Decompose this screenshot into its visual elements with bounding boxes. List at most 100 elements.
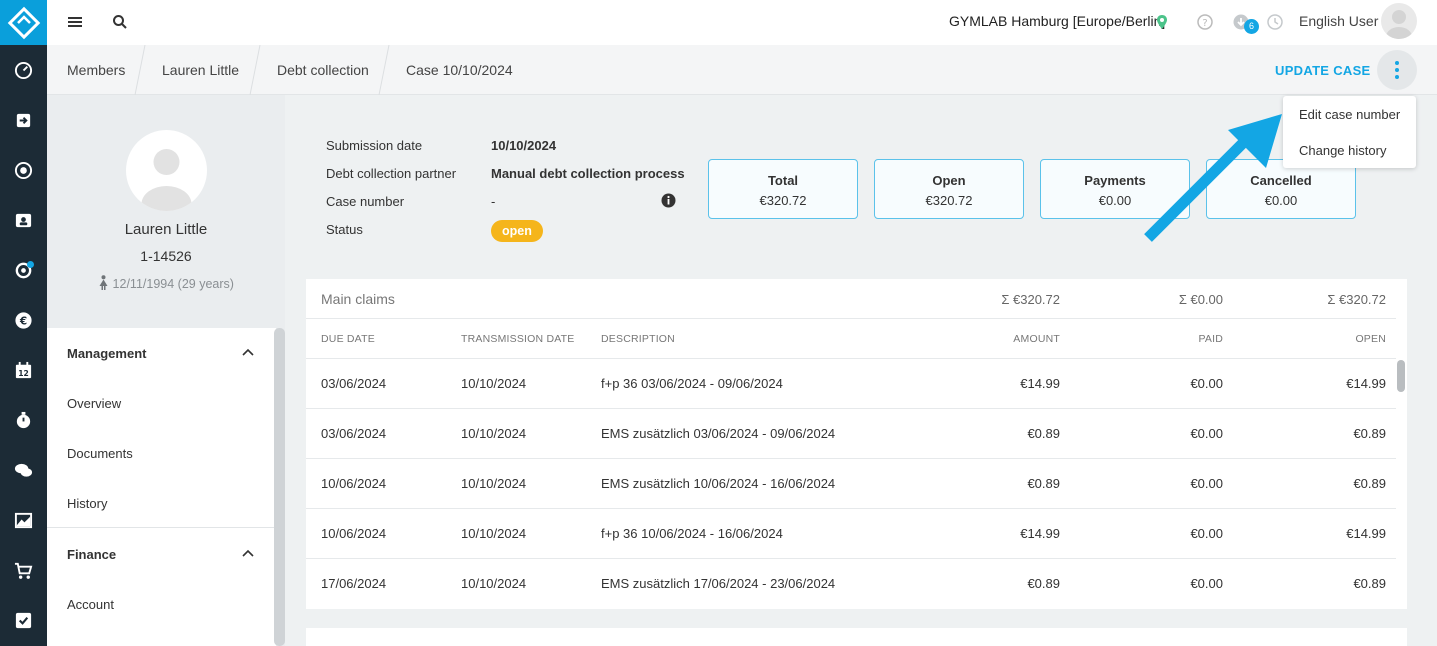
cell-paid: €0.00 (1190, 376, 1223, 391)
logo-icon (7, 6, 40, 39)
sum-open: Σ €320.72 (1327, 292, 1386, 307)
studio-selector[interactable]: GYMLAB Hamburg [Europe/Berlin] (949, 13, 1165, 29)
calendar-icon[interactable]: 12 (0, 355, 47, 385)
menu-item-history[interactable]: History (67, 496, 107, 511)
cell-due-date: 03/06/2024 (321, 376, 387, 391)
chevron-up-icon[interactable] (241, 547, 255, 561)
settings-icon[interactable] (0, 255, 47, 285)
menu-item-change-history[interactable]: Change history (1299, 143, 1386, 158)
breadcrumb-debt-collection[interactable]: Debt collection (277, 62, 369, 78)
sum-paid: Σ €0.00 (1178, 292, 1223, 307)
update-case-button[interactable]: UPDATE CASE (1275, 63, 1371, 78)
label-status: Status (326, 222, 363, 237)
checkin-icon[interactable] (0, 105, 47, 135)
member-menu: Management Overview Documents History Fi… (47, 328, 276, 646)
chevron-up-icon[interactable] (241, 346, 255, 360)
menu-scrollbar[interactable] (274, 328, 285, 646)
breadcrumb: Members Lauren Little Debt collection Ca… (47, 45, 1437, 95)
breadcrumb-separator (134, 45, 146, 95)
menu-item-documents[interactable]: Documents (67, 446, 133, 461)
shop-icon[interactable] (0, 555, 47, 585)
user-avatar[interactable] (1381, 3, 1417, 39)
menu-section-finance[interactable]: Finance (67, 547, 116, 562)
cell-open: €14.99 (1346, 376, 1386, 391)
member-avatar (126, 130, 207, 211)
member-id: 1-14526 (140, 248, 192, 264)
member-name: Lauren Little (124, 221, 208, 238)
cell-description: EMS zusätzlich 10/06/2024 - 16/06/2024 (601, 476, 836, 491)
info-icon[interactable] (661, 193, 676, 208)
cell-due-date: 17/06/2024 (321, 576, 387, 591)
avatar-icon (141, 149, 192, 211)
dashboard-icon[interactable] (0, 55, 47, 85)
top-bar: GYMLAB Hamburg [Europe/Berlin] ? 6 Engli… (47, 0, 1437, 45)
avatar-icon (1386, 10, 1412, 39)
finance-icon[interactable]: € (0, 305, 47, 335)
col-due-date[interactable]: DUE DATE (321, 333, 375, 345)
cell-amount: €0.89 (1027, 576, 1060, 591)
target-icon[interactable] (0, 155, 47, 185)
menu-item-overview[interactable]: Overview (67, 396, 121, 411)
kebab-icon (1395, 61, 1399, 79)
col-description[interactable]: DESCRIPTION (601, 333, 675, 345)
cell-open: €0.89 (1353, 576, 1386, 591)
timer-icon[interactable] (0, 405, 47, 435)
menu-item-account[interactable]: Account (67, 597, 114, 612)
tasks-icon[interactable] (0, 605, 47, 635)
breadcrumb-separator (378, 45, 390, 95)
cell-description: EMS zusätzlich 17/06/2024 - 23/06/2024 (601, 576, 836, 591)
cell-transmission-date: 10/10/2024 (461, 376, 527, 391)
cell-transmission-date: 10/10/2024 (461, 526, 527, 541)
cell-open: €0.89 (1353, 476, 1386, 491)
label-partner: Debt collection partner (326, 166, 457, 181)
label-submission-date: Submission date (326, 138, 423, 153)
label-case-number: Case number (326, 194, 405, 209)
breadcrumb-case: Case 10/10/2024 (406, 62, 513, 78)
location-pin-icon (1151, 11, 1173, 33)
col-paid[interactable]: PAID (1198, 333, 1223, 345)
more-options-button[interactable] (1377, 50, 1417, 90)
cell-due-date: 03/06/2024 (321, 426, 387, 441)
cell-open: €14.99 (1346, 526, 1386, 541)
cell-paid: €0.00 (1190, 576, 1223, 591)
svg-text:€: € (19, 315, 27, 327)
members-icon[interactable] (0, 205, 47, 235)
clock-icon[interactable] (1264, 11, 1286, 33)
user-menu[interactable]: English User (1299, 13, 1378, 29)
female-icon (99, 275, 108, 290)
cell-paid: €0.00 (1190, 476, 1223, 491)
submission-date: 10/10/2024 (491, 138, 557, 153)
cell-due-date: 10/06/2024 (321, 476, 387, 491)
col-amount[interactable]: AMOUNT (1013, 333, 1060, 345)
menu-section-management[interactable]: Management (67, 346, 146, 361)
menu-icon[interactable] (64, 11, 86, 33)
section-title: Main claims (321, 291, 395, 307)
help-icon[interactable]: ? (1194, 11, 1216, 33)
svg-text:?: ? (1202, 18, 1207, 29)
cell-amount: €0.89 (1027, 426, 1060, 441)
member-dob: 12/11/1994 (29 years) (47, 275, 285, 291)
cell-description: f+p 36 10/06/2024 - 16/06/2024 (601, 526, 783, 541)
payments-card (306, 628, 1407, 646)
col-transmission-date[interactable]: TRANSMISSION DATE (461, 333, 574, 345)
col-open[interactable]: OPEN (1355, 333, 1386, 345)
breadcrumb-member[interactable]: Lauren Little (162, 62, 239, 78)
cell-transmission-date: 10/10/2024 (461, 476, 527, 491)
member-panel: Lauren Little 1-14526 12/11/1994 (29 yea… (47, 95, 285, 646)
search-icon[interactable] (109, 11, 131, 33)
breadcrumb-members[interactable]: Members (67, 62, 125, 78)
app-logo[interactable] (0, 0, 47, 45)
annotation-arrow (1144, 114, 1282, 242)
table-scrollbar[interactable] (1397, 360, 1405, 392)
download-count-badge: 6 (1244, 19, 1259, 34)
summary-open: Open €320.72 (874, 159, 1024, 219)
menu-item-edit-case-number[interactable]: Edit case number (1299, 107, 1400, 122)
debt-partner: Manual debt collection process (491, 166, 685, 181)
more-options-menu: Edit case number Change history (1283, 96, 1416, 168)
case-number: - (491, 194, 496, 209)
cell-amount: €14.99 (1020, 526, 1060, 541)
chart-icon[interactable] (0, 505, 47, 535)
cell-open: €0.89 (1353, 426, 1386, 441)
chat-icon[interactable] (0, 455, 47, 485)
cell-transmission-date: 10/10/2024 (461, 576, 527, 591)
